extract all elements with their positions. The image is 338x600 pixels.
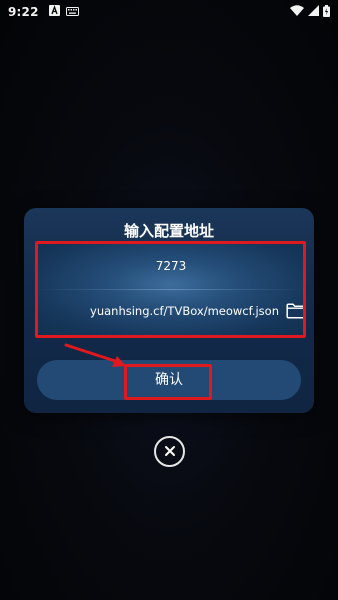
signal-icon <box>308 5 319 19</box>
url-field[interactable]: yuanhsing.cf/TVBox/meowcf.json <box>37 304 279 318</box>
close-button[interactable] <box>154 436 185 467</box>
a-notification-icon <box>48 5 60 19</box>
config-address-dialog: 输入配置地址 7273 yuanhsing.cf/TVBox/meowcf.js… <box>24 208 314 413</box>
status-bar: 9:22 <box>0 0 338 24</box>
wifi-icon <box>290 5 304 19</box>
close-icon <box>164 442 176 461</box>
name-field[interactable]: 7273 <box>37 259 305 273</box>
folder-icon <box>286 303 306 323</box>
keyboard-icon <box>65 5 79 19</box>
folder-button[interactable] <box>285 303 307 323</box>
confirm-label: 确认 <box>155 372 183 388</box>
screen: 9:22 输入配置地址 7273 yuanhsing.cf/TVBox/meow… <box>0 0 338 600</box>
battery-icon <box>323 4 330 20</box>
inputs-panel: 7273 yuanhsing.cf/TVBox/meowcf.json <box>37 243 307 336</box>
field-divider <box>37 289 305 290</box>
confirm-button[interactable]: 确认 <box>37 360 301 400</box>
dialog-title: 输入配置地址 <box>123 222 214 240</box>
status-time: 9:22 <box>8 5 39 19</box>
